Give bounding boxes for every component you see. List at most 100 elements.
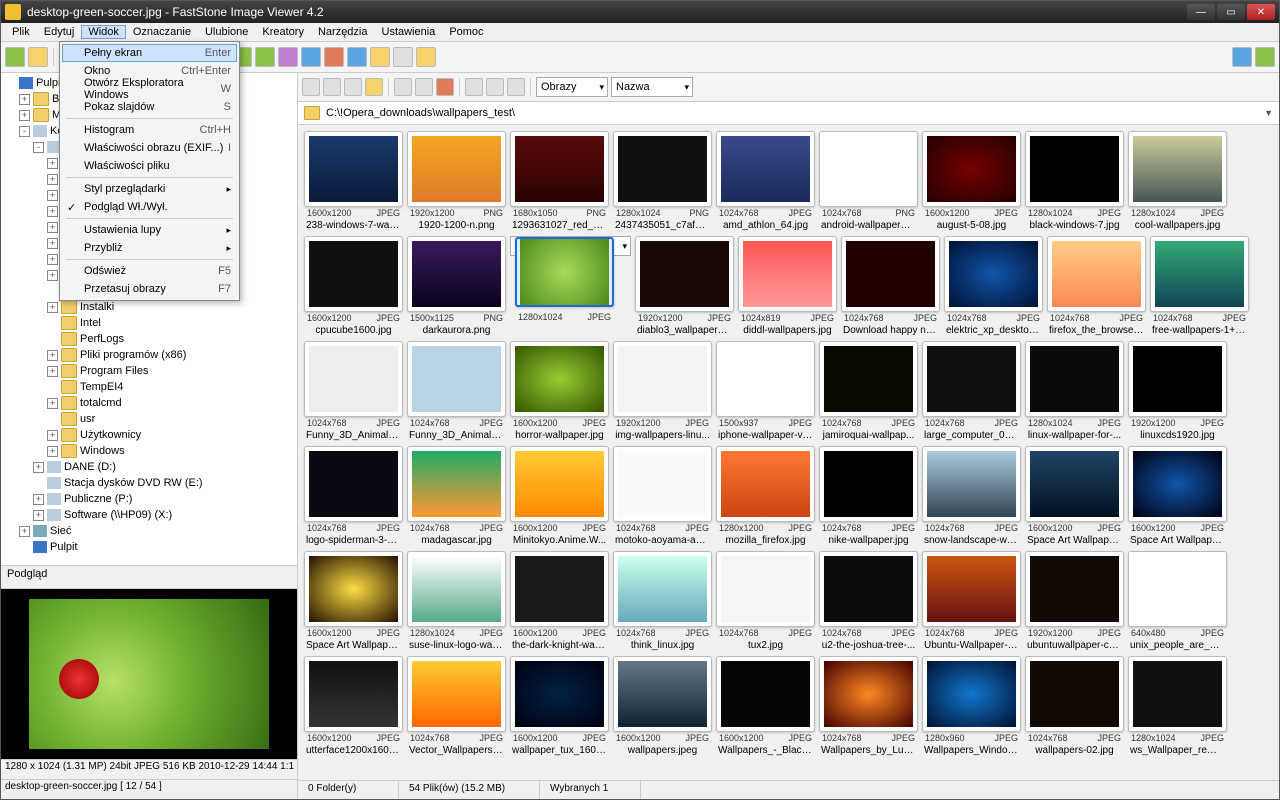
tool-button[interactable] [393, 47, 413, 67]
thumbnail[interactable]: 1024x768JPEGwallpapers-02.jpg [1025, 656, 1124, 757]
thumbnail[interactable]: 1024x768JPEGfirefox_the_browser,... [1047, 236, 1146, 337]
thumbnail[interactable]: 1024x768PNGandroid-wallpaper3,... [819, 131, 918, 232]
thumbnail[interactable]: 1600x1200JPEGSpace Art Wallpaper... [1025, 446, 1124, 547]
tree-row[interactable]: usr [1, 411, 297, 427]
tree-row[interactable]: Stacja dysków DVD RW (E:) [1, 475, 297, 491]
menu-kreatory[interactable]: Kreatory [255, 25, 311, 39]
thumbnail[interactable]: 1024x768JPEGFunny_3D_Animals_... [407, 341, 506, 442]
tool-button[interactable] [278, 47, 298, 67]
menu-ulubione[interactable]: Ulubione [198, 25, 255, 39]
menu-item[interactable]: Ustawienia lupy▸ [62, 221, 237, 239]
view-detail-icon[interactable] [507, 78, 525, 96]
thumbnail[interactable]: 1600x1200JPEGutterface1200x1600.j... [304, 656, 403, 757]
tree-row[interactable]: TempEI4 [1, 379, 297, 395]
nav-fwd-icon[interactable] [323, 78, 341, 96]
tree-row[interactable]: +Software (\\HP09) (X:) [1, 507, 297, 523]
menu-item[interactable]: Przetasuj obrazyF7 [62, 280, 237, 298]
view-list-icon[interactable] [486, 78, 504, 96]
thumbnail[interactable]: 1920x1200JPEGdiablo3_wallpapers-... [635, 236, 734, 337]
thumbnail[interactable]: 1600x1200JPEGhorror-wallpaper.jpg [510, 341, 609, 442]
thumbnail[interactable]: 1600x1200JPEGcpucube1600.jpg [304, 236, 403, 337]
tree-row[interactable]: +Pliki programów (x86) [1, 347, 297, 363]
thumbnail[interactable]: 1280x960JPEGWallpapers_Window... [922, 656, 1021, 757]
thumbnail[interactable]: 1024x768JPEGu2-the-joshua-tree-... [819, 551, 918, 652]
thumbnail[interactable]: 1024x768JPEGjamiroquai-wallpap... [819, 341, 918, 442]
tool-button[interactable] [347, 47, 367, 67]
thumbnail[interactable]: 1600x1200JPEGWallpapers_-_Black_... [716, 656, 815, 757]
thumbnail[interactable]: 1024x768JPEGnike-wallpaper.jpg [819, 446, 918, 547]
thumbnail[interactable]: 1024x768JPEGFunny_3D_Animals_... [304, 341, 403, 442]
menu-narzędzia[interactable]: Narzędzia [311, 25, 375, 39]
thumbnail[interactable]: 1920x1200JPEGimg-wallpapers-linu... [613, 341, 712, 442]
thumbnail[interactable]: 1024x819JPEGdiddl-wallpapers.jpg [738, 236, 837, 337]
menu-pomoc[interactable]: Pomoc [442, 25, 490, 39]
menu-item[interactable]: Pokaz slajdówS [62, 98, 237, 116]
tree-row[interactable]: Intel [1, 315, 297, 331]
thumbnail[interactable]: 1280x1200JPEGmozilla_firefox.jpg [716, 446, 815, 547]
menu-oznaczanie[interactable]: Oznaczanie [126, 25, 198, 39]
close-button[interactable]: ✕ [1247, 4, 1275, 20]
nav-back-icon[interactable] [302, 78, 320, 96]
thumbnail[interactable]: 1600x1200JPEGthe-dark-knight-wall... [510, 551, 609, 652]
menu-item[interactable]: Właściwości obrazu (EXIF...)I [62, 139, 237, 157]
tree-row[interactable]: +Sieć [1, 523, 297, 539]
thumbnail[interactable]: 1024x768JPEGthink_linux.jpg [613, 551, 712, 652]
thumbnail[interactable]: 1500x1125PNGdarkaurora.png [407, 236, 506, 337]
thumbnail[interactable]: 1280x1024JPEGlinux-wallpaper-for-... [1025, 341, 1124, 442]
thumbnail[interactable]: 640x480JPEGunix_people_are_hap... [1128, 551, 1227, 652]
thumbnail[interactable]: 1024x768JPEGelektric_xp_desktop_... [944, 236, 1043, 337]
menu-widok[interactable]: Widok [81, 25, 126, 39]
nav-up-icon[interactable] [344, 78, 362, 96]
filter-type[interactable]: Obrazy [536, 77, 608, 97]
maximize-button[interactable]: ▭ [1217, 4, 1245, 20]
thumbnail[interactable]: 1024x768JPEGmotoko-aoyama-ani... [613, 446, 712, 547]
tool-button[interactable] [370, 47, 390, 67]
thumbnail[interactable]: 1024x768JPEGmadagascar.jpg [407, 446, 506, 547]
thumbnail[interactable]: 1600x1200JPEG238-windows-7-wall... [304, 131, 403, 232]
thumbnail[interactable]: 1280x1024PNG2437435051_c7af6f40... [613, 131, 712, 232]
menu-item[interactable]: OdświeżF5 [62, 262, 237, 280]
thumbnail[interactable]: 1024x768JPEGlarge_computer_001... [922, 341, 1021, 442]
tree-row[interactable]: +Windows [1, 443, 297, 459]
thumbnail[interactable]: 1600x1200JPEGwallpapers.jpeg [613, 656, 712, 757]
menu-item[interactable]: Otwórz Eksploratora WindowsW [62, 80, 237, 98]
menu-edytuj[interactable]: Edytuj [37, 25, 82, 39]
tool-button[interactable] [416, 47, 436, 67]
menu-item[interactable]: Przybliż▸ [62, 239, 237, 257]
menu-plik[interactable]: Plik [5, 25, 37, 39]
menu-item[interactable]: HistogramCtrl+H [62, 121, 237, 139]
fav-icon[interactable] [365, 78, 383, 96]
thumbnail[interactable]: 1024x768JPEGtux2.jpg [716, 551, 815, 652]
path-bar[interactable]: C:\!Opera_downloads\wallpapers_test\ ▼ [298, 102, 1279, 125]
tree-row[interactable]: Pulpit [1, 539, 297, 555]
tool-button[interactable] [324, 47, 344, 67]
tool-button[interactable] [5, 47, 25, 67]
tree-row[interactable]: +totalcmd [1, 395, 297, 411]
fullscreen-button[interactable] [1255, 47, 1275, 67]
thumbnail[interactable]: 1600x1200JPEGMinitokyo.Anime.W... [510, 446, 609, 547]
thumbnail[interactable]: 1024x768JPEGsnow-landscape-wal... [922, 446, 1021, 547]
thumbnail[interactable]: 1920x1200JPEGubuntuwallpaper-co... [1025, 551, 1124, 652]
thumbnail[interactable]: 1280x1024JPEGcool-wallpapers.jpg [1128, 131, 1227, 232]
move-icon[interactable] [415, 78, 433, 96]
thumbnail[interactable]: 1600x1200JPEGSpace Art Wallpaper... [304, 551, 403, 652]
sort-by[interactable]: Nazwa [611, 77, 693, 97]
menu-item[interactable]: Właściwości pliku [62, 157, 237, 175]
thumbnail[interactable]: 1024x768JPEGVector_Wallpapers_0... [407, 656, 506, 757]
tool-button[interactable] [255, 47, 275, 67]
thumbnail[interactable]: 1280x1024JPEGblack-windows-7.jpg [1025, 131, 1124, 232]
thumbnail[interactable]: 1024x768JPEGUbuntu-Wallpaper-1... [922, 551, 1021, 652]
menu-item[interactable]: Pełny ekranEnter [62, 44, 237, 62]
thumbnail[interactable]: 1920x1200JPEGlinuxcds1920.jpg [1128, 341, 1227, 442]
tree-row[interactable]: PerfLogs [1, 331, 297, 347]
tool-button[interactable] [301, 47, 321, 67]
menu-item[interactable]: Styl przeglądarki▸ [62, 180, 237, 198]
path-dropdown-icon[interactable]: ▼ [1264, 108, 1273, 118]
copy-icon[interactable] [394, 78, 412, 96]
thumbnail[interactable]: 1024x768JPEGamd_athlon_64.jpg [716, 131, 815, 232]
thumbnail[interactable]: 1920x1200PNG1920-1200-n.png [407, 131, 506, 232]
tree-row[interactable]: +Publiczne (P:) [1, 491, 297, 507]
thumbnail[interactable]: 1600x1200JPEGaugust-5-08.jpg [922, 131, 1021, 232]
tree-row[interactable]: +Użytkownicy [1, 427, 297, 443]
minimize-button[interactable]: — [1187, 4, 1215, 20]
